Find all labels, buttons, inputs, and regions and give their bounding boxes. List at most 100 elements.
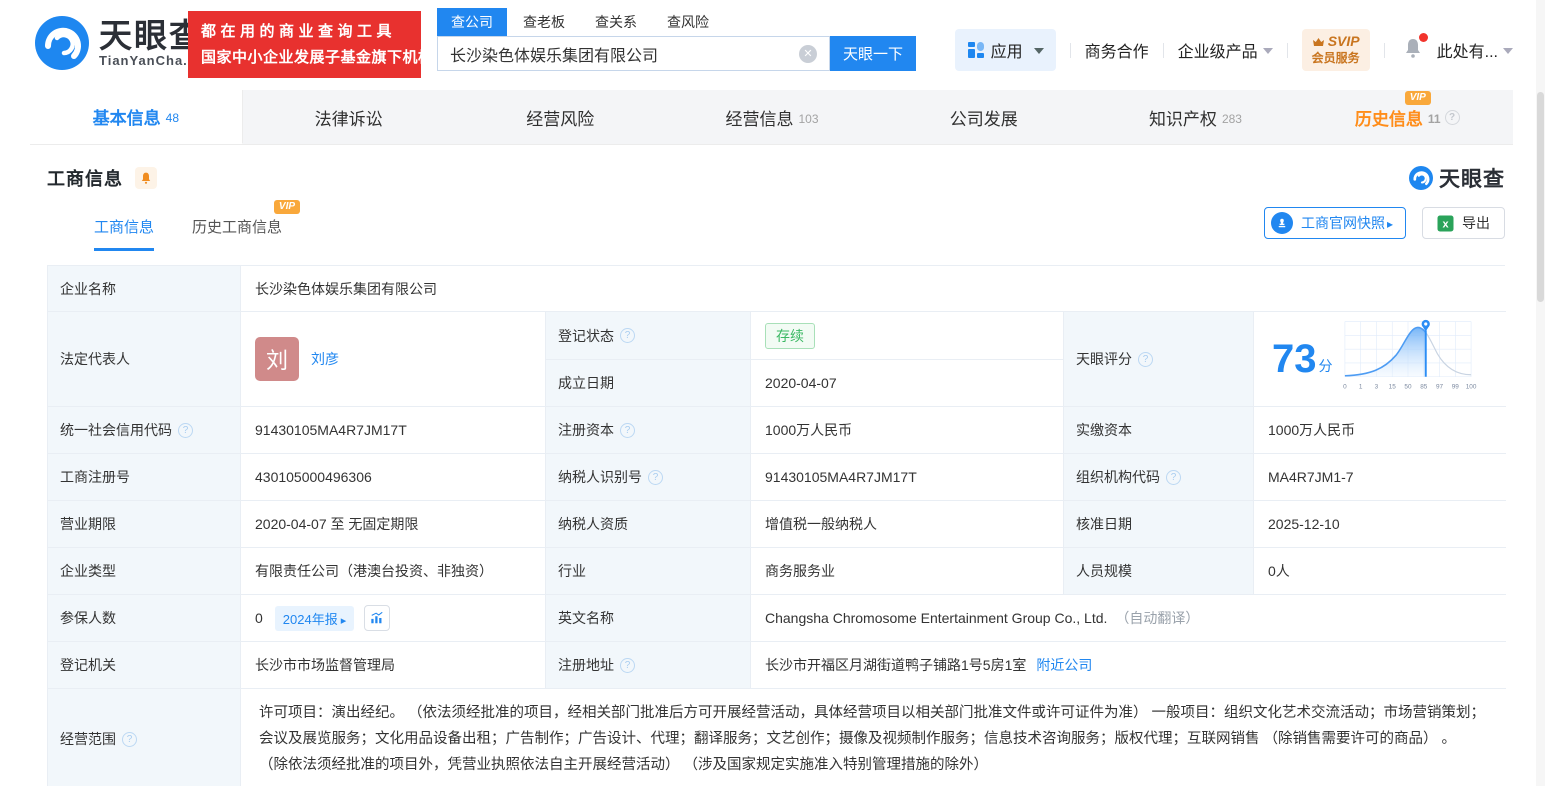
banner-line2: 国家中小企业发展子基金旗下机构 xyxy=(201,48,434,66)
field-value-company-type: 有限责任公司（港澳台投资、非独资） xyxy=(241,548,546,595)
notification-dot xyxy=(1418,32,1428,42)
promo-banner: 都在用的商业查询工具 国家中小企业发展子基金旗下机构 xyxy=(188,11,434,78)
search-tab-relation[interactable]: 查关系 xyxy=(595,8,637,36)
field-value-score: 73 分 0 1 3 15 50 85 97 99 100 xyxy=(1254,312,1506,407)
field-label-company-name: 企业名称 xyxy=(48,266,241,312)
divider xyxy=(1162,42,1164,58)
export-button[interactable]: x 导出 xyxy=(1422,207,1505,239)
help-icon[interactable] xyxy=(1444,109,1460,125)
apps-label: 应用 xyxy=(990,44,1023,61)
svg-text:1: 1 xyxy=(1358,384,1362,391)
help-icon[interactable] xyxy=(620,328,635,343)
help-icon[interactable] xyxy=(620,657,635,673)
field-value-reg-number: 430105000496306 xyxy=(241,454,546,501)
field-value-industry: 商务服务业 xyxy=(751,548,1064,595)
nav-business-cooperation[interactable]: 商务合作 xyxy=(1085,38,1149,62)
search-input[interactable] xyxy=(438,37,829,70)
svg-text:100: 100 xyxy=(1465,384,1476,391)
field-label-reg-authority: 登记机关 xyxy=(48,642,241,689)
chevron-down-icon xyxy=(1262,48,1273,54)
bell-icon xyxy=(141,172,151,184)
help-icon[interactable] xyxy=(122,731,137,747)
tianyancha-company-page: 天眼查 TianYanCha.com 都在用的商业查询工具 国家中小企业发展子基… xyxy=(0,0,1545,786)
search-area: 查公司 查老板 查关系 查风险 天眼一下 xyxy=(437,8,916,71)
field-label-business-scope: 经营范围 xyxy=(48,689,241,786)
field-label-org-code: 组织机构代码 xyxy=(1064,454,1254,501)
status-badge: 存续 xyxy=(765,322,815,349)
apps-menu-button[interactable]: 应用 xyxy=(954,29,1056,71)
help-icon[interactable] xyxy=(1166,469,1181,485)
field-value-paid-capital: 1000万人民币 xyxy=(1254,407,1506,454)
subscribe-bell-button[interactable] xyxy=(135,167,157,189)
field-value-business-term: 2020-04-07 至 无固定期限 xyxy=(241,501,546,548)
svg-text:x: x xyxy=(1442,218,1449,230)
nav-enterprise-products[interactable]: 企业级产品 xyxy=(1178,38,1273,62)
field-label-reg-address: 注册地址 xyxy=(546,642,751,689)
trend-chart-button[interactable] xyxy=(364,605,391,631)
tab-history-info[interactable]: 历史信息 VIP 11 xyxy=(1301,90,1513,144)
tab-intellectual-property[interactable]: 知识产权 283 xyxy=(1090,90,1302,144)
field-label-reg-number: 工商注册号 xyxy=(48,454,241,501)
logo-swirl-icon xyxy=(35,16,89,70)
field-label-reg-status: 登记状态 xyxy=(546,312,751,360)
vip-badge: VIP xyxy=(1404,90,1431,105)
svg-text:99: 99 xyxy=(1451,384,1459,391)
section-brand-watermark: 天眼查 xyxy=(1409,163,1505,193)
legal-rep-link[interactable]: 刘彦 xyxy=(311,349,339,369)
field-label-taxpayer-id: 纳税人识别号 xyxy=(546,454,751,501)
crown-icon xyxy=(1312,37,1324,46)
tab-company-development[interactable]: 公司发展 xyxy=(878,90,1090,144)
svg-text:50: 50 xyxy=(1404,384,1412,391)
nearby-companies-link[interactable]: 附近公司 xyxy=(1036,655,1092,675)
tab-business-info[interactable]: 经营信息 103 xyxy=(666,90,878,144)
field-label-paid-capital: 实缴资本 xyxy=(1064,407,1254,454)
bar-chart-icon xyxy=(371,611,383,624)
business-info-table: 企业名称 长沙染色体娱乐集团有限公司 法定代表人 刘 刘彦 登记状态 存续 天眼… xyxy=(47,265,1506,786)
field-value-reg-status: 存续 xyxy=(751,312,1064,360)
notification-bell-button[interactable] xyxy=(1403,32,1428,64)
section-title: 工商信息 xyxy=(47,169,123,189)
subtab-history-business-info[interactable]: 历史工商信息 VIP xyxy=(192,200,301,251)
help-icon[interactable] xyxy=(620,422,635,438)
search-tab-risk[interactable]: 查风险 xyxy=(667,8,709,36)
subtab-business-info[interactable]: 工商信息 xyxy=(94,216,155,251)
help-icon[interactable] xyxy=(648,469,663,485)
field-label-staff-size: 人员规模 xyxy=(1064,548,1254,595)
search-tab-company[interactable]: 查公司 xyxy=(437,8,507,36)
annual-report-badge[interactable]: 2024年报 xyxy=(274,605,355,631)
chevron-down-icon xyxy=(1503,48,1513,54)
logo-swirl-icon xyxy=(1409,166,1433,190)
svg-text:85: 85 xyxy=(1420,384,1428,391)
auto-translate-note: （自动翻译） xyxy=(1115,610,1200,626)
field-label-credit-code: 统一社会信用代码 xyxy=(48,407,241,454)
search-box xyxy=(437,36,830,71)
official-snapshot-button[interactable]: 工商官网快照 xyxy=(1263,207,1406,239)
legal-rep-avatar[interactable]: 刘 xyxy=(255,337,299,381)
svg-text:0: 0 xyxy=(1343,384,1347,391)
divider xyxy=(1383,42,1385,58)
help-icon[interactable] xyxy=(1138,351,1153,367)
search-button[interactable]: 天眼一下 xyxy=(830,36,916,71)
svg-text:97: 97 xyxy=(1435,384,1443,391)
search-tab-boss[interactable]: 查老板 xyxy=(523,8,565,36)
scrollbar-thumb[interactable] xyxy=(1537,92,1544,302)
clear-search-icon[interactable] xyxy=(799,45,817,63)
field-label-approval-date: 核准日期 xyxy=(1064,501,1254,548)
field-label-business-term: 营业期限 xyxy=(48,501,241,548)
field-value-taxpayer-quality: 增值税一般纳税人 xyxy=(751,501,1064,548)
tab-legal-proceedings[interactable]: 法律诉讼 xyxy=(243,90,455,144)
user-menu[interactable]: 此处有... xyxy=(1437,38,1513,62)
field-value-company-name: 长沙染色体娱乐集团有限公司 xyxy=(241,266,1506,312)
field-value-establish-date: 2020-04-07 xyxy=(751,360,1064,407)
help-icon[interactable] xyxy=(178,422,193,438)
field-label-industry: 行业 xyxy=(546,548,751,595)
field-value-org-code: MA4R7JM1-7 xyxy=(1254,454,1506,501)
vip-badge: VIP xyxy=(273,200,301,214)
field-label-company-type: 企业类型 xyxy=(48,548,241,595)
tab-basic-info[interactable]: 基本信息 48 xyxy=(30,90,243,144)
stamp-icon xyxy=(1270,212,1293,234)
tab-business-risk[interactable]: 经营风险 xyxy=(454,90,666,144)
field-value-reg-authority: 长沙市市场监督管理局 xyxy=(241,642,546,689)
svip-member-button[interactable]: SVIP 会员服务 xyxy=(1301,29,1370,71)
field-value-business-scope: 许可项目：演出经纪。 （依法须经批准的项目，经相关部门批准后方可开展经营活动，具… xyxy=(241,689,1506,786)
